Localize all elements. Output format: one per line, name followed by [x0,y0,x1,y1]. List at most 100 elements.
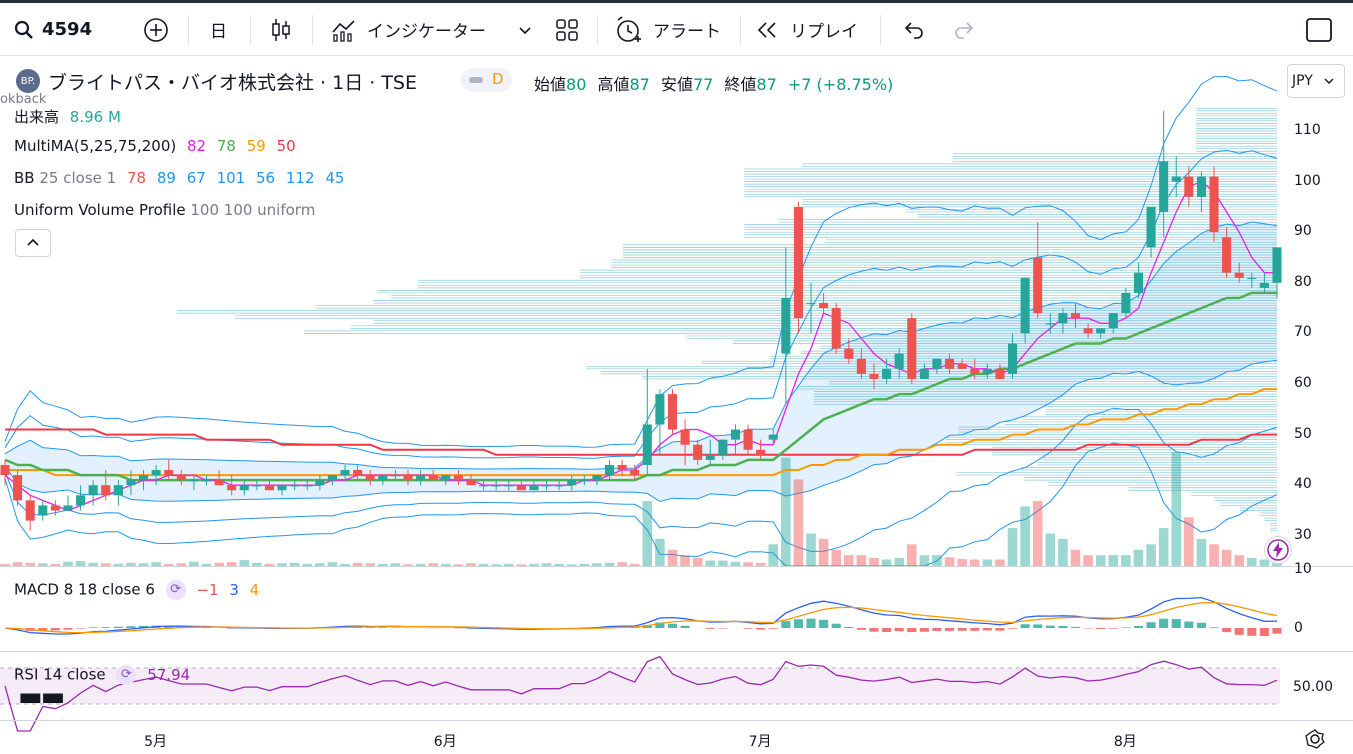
volume-bar [1184,517,1194,566]
volume-bar [655,539,665,566]
volume-bar [844,555,854,566]
macd-legend[interactable]: MACD 8 18 close 6 ⟳ −1 3 4 [14,580,259,600]
volume-profile-legend[interactable]: Uniform Volume Profile 100 100 uniform [14,201,315,219]
undo-icon [903,21,925,39]
grid-icon [555,18,579,42]
candle-body [1008,344,1017,374]
pane-divider[interactable] [0,566,1353,567]
chart-type-button[interactable] [270,3,292,56]
volume-bar [781,458,791,566]
price-axis-label: 10 [1294,561,1312,577]
ohlc-legend: 始値80 高値87 安値77 終値87 +7 (+8.75%) [534,71,893,95]
search-icon [14,20,34,40]
macd-histogram-bar [1260,628,1269,636]
macd-histogram-bar [932,628,941,631]
refresh-icon[interactable]: ⟳ [116,665,136,685]
candle-body [668,394,677,429]
candle-body [454,475,463,480]
macd-histogram-bar [681,626,690,628]
macd-histogram-bar [1197,623,1206,628]
candle-body [1109,313,1118,328]
candle-body [882,369,891,379]
volume-bar [1171,452,1181,566]
rsi-value: 57.94 [147,666,190,684]
plus-circle-icon [143,17,169,43]
replay-button[interactable]: リプレイ [756,3,858,56]
indicators-dropdown[interactable] [517,3,533,56]
volume-bar [920,555,930,566]
macd-histogram-bar [1147,622,1156,628]
lightning-icon [1265,537,1291,563]
price-axis-label: 30 [1294,527,1312,543]
candle-body [1046,323,1055,324]
symbol-search[interactable]: 4594 [14,3,92,56]
candle-body [605,465,614,475]
volume-bar [1247,558,1257,566]
candle-body [51,505,60,510]
candle-body [1209,177,1218,233]
volume-bar [668,550,678,566]
candle-body [177,475,186,480]
symbol-title[interactable]: ブライトパス・バイオ株式会社 · 1日 · TSE [48,68,417,95]
candle-body [580,480,589,481]
settings-button[interactable] [1304,728,1326,754]
bb-upper3-value: 112 [286,169,315,187]
toolbar-divider [250,15,251,45]
candle-body [781,298,790,354]
alert-button[interactable]: アラート [615,3,721,56]
volume-legend[interactable]: 出来高 8.96 M [14,106,121,127]
macd-histogram-bar [794,619,803,628]
candle-body [1134,273,1143,293]
ma5-value: 82 [187,137,206,155]
indicators-button[interactable]: インジケーター [331,3,486,56]
multima-legend[interactable]: MultiMA(5,25,75,200) 82 78 59 50 [14,137,296,155]
macd-histogram-bar [1159,619,1168,628]
undo-button[interactable] [903,3,925,56]
candle-body [466,480,475,485]
candle-body [542,485,551,486]
low-value: 77 [693,75,713,94]
candle-body [920,369,929,379]
macd-histogram-bar [1008,628,1017,629]
volume-bar [1159,528,1169,566]
time-axis-label: 5月 [144,731,167,751]
templates-button[interactable] [555,3,579,56]
macd-histogram-bar [907,628,916,632]
refresh-icon[interactable]: ⟳ [166,580,186,600]
market-status-badge[interactable]: D [460,68,512,92]
square-icon [1306,18,1332,42]
time-axis-label: 7月 [749,731,772,751]
candle-body [114,485,123,495]
price-axis-label: 100 [1294,173,1321,189]
volume-label: 出来高 [14,108,59,126]
compare-button[interactable] [143,3,169,56]
candle-body [592,475,601,480]
redo-button[interactable] [953,3,975,56]
candle-body [278,485,287,490]
macd-line [5,598,1277,634]
company-logo: BP. [16,69,40,93]
pane-divider[interactable] [0,651,1353,652]
multima-label: MultiMA(5,25,75,200) [14,137,176,155]
rsi-label: RSI [14,666,38,684]
volume-bar [894,558,904,566]
bb-upper-value: 89 [157,169,176,187]
collapse-legend-button[interactable] [15,229,51,257]
interval-label: 日 [210,17,227,42]
quick-trade-button[interactable] [1264,536,1292,564]
volume-value: 8.96 M [70,108,121,126]
volume-bar [1108,555,1118,566]
price-chart[interactable] [0,56,1353,753]
currency-selector[interactable]: JPY [1287,64,1345,98]
toolbar-divider [597,15,598,45]
candle-body [1247,278,1256,279]
candle-body [794,207,803,318]
macd-histogram-bar [744,628,753,629]
fullscreen-button[interactable] [1306,3,1332,56]
bb-lower-value: 67 [187,169,206,187]
volume-bar [945,557,955,566]
macd-histogram-bar [844,627,853,628]
interval-button[interactable]: 日 [210,3,227,56]
candle-body [895,354,904,369]
bb-legend[interactable]: BB 25 close 1 78 89 67 101 56 112 45 [14,169,344,187]
